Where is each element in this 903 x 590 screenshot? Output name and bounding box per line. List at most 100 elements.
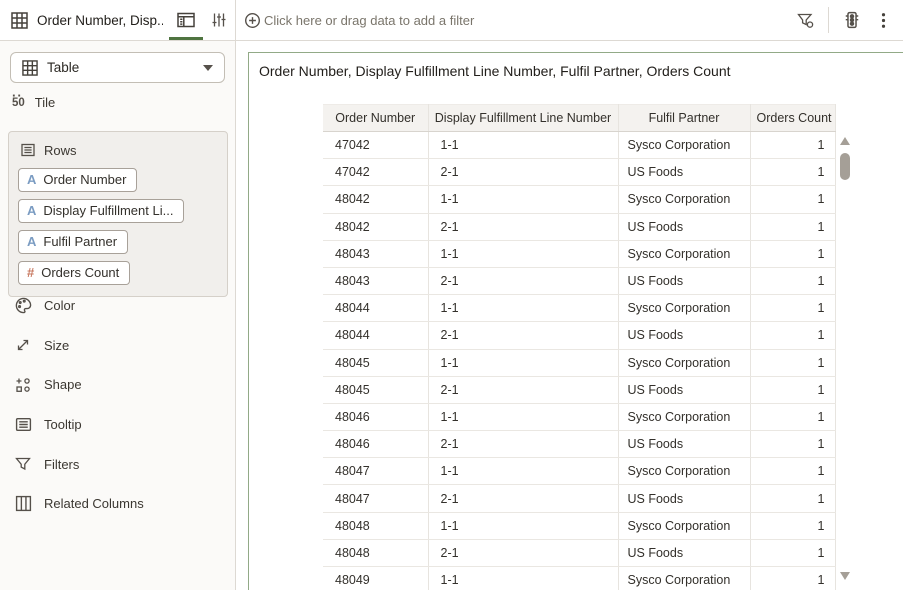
settings-item-tooltip[interactable]: Tooltip <box>0 405 235 445</box>
column-header-order-number[interactable]: Order Number <box>323 105 428 132</box>
table-cell[interactable]: 1-1 <box>428 132 618 159</box>
row-chip-fulfil-partner[interactable]: AFulfil Partner <box>18 230 128 254</box>
table-row[interactable]: 480422-1US Foods1 <box>323 213 835 240</box>
table-cell[interactable]: 2-1 <box>428 322 618 349</box>
table-cell[interactable]: 48046 <box>323 431 428 458</box>
table-cell[interactable]: 1 <box>750 376 835 403</box>
table-cell[interactable]: 48044 <box>323 322 428 349</box>
more-options-icon[interactable] <box>877 8 890 33</box>
table-cell[interactable]: Sysco Corporation <box>618 240 750 267</box>
column-header-display-fulfillment-line-number[interactable]: Display Fulfillment Line Number <box>428 105 618 132</box>
table-cell[interactable]: US Foods <box>618 431 750 458</box>
settings-item-filters[interactable]: Filters <box>0 444 235 484</box>
table-cell[interactable]: Sysco Corporation <box>618 349 750 376</box>
table-cell[interactable]: 1 <box>750 213 835 240</box>
table-cell[interactable]: 1-1 <box>428 240 618 267</box>
row-chip-order-number[interactable]: AOrder Number <box>18 168 137 192</box>
table-cell[interactable]: 48045 <box>323 376 428 403</box>
table-cell[interactable]: Sysco Corporation <box>618 186 750 213</box>
settings-item-related-columns[interactable]: Related Columns <box>0 484 235 524</box>
table-cell[interactable]: 2-1 <box>428 539 618 566</box>
table-cell[interactable]: 1-1 <box>428 186 618 213</box>
table-cell[interactable]: 48047 <box>323 458 428 485</box>
table-cell[interactable]: 48045 <box>323 349 428 376</box>
table-cell[interactable]: 1 <box>750 267 835 294</box>
table-row[interactable]: 480482-1US Foods1 <box>323 539 835 566</box>
table-cell[interactable]: 47042 <box>323 159 428 186</box>
table-cell[interactable]: 1-1 <box>428 567 618 590</box>
table-cell[interactable]: Sysco Corporation <box>618 403 750 430</box>
table-cell[interactable]: US Foods <box>618 376 750 403</box>
table-cell[interactable]: 1-1 <box>428 349 618 376</box>
column-header-fulfil-partner[interactable]: Fulfil Partner <box>618 105 750 132</box>
table-cell[interactable]: 1 <box>750 458 835 485</box>
table-cell[interactable]: 48047 <box>323 485 428 512</box>
rows-drop-target[interactable]: Rows AOrder NumberADisplay Fulfillment L… <box>8 131 228 297</box>
table-cell[interactable]: 48048 <box>323 539 428 566</box>
table-cell[interactable]: 1-1 <box>428 403 618 430</box>
table-cell[interactable]: 1 <box>750 322 835 349</box>
column-header-orders-count[interactable]: Orders Count <box>750 105 835 132</box>
table-row[interactable]: 480471-1Sysco Corporation1 <box>323 458 835 485</box>
table-cell[interactable]: US Foods <box>618 213 750 240</box>
table-row[interactable]: 480491-1Sysco Corporation1 <box>323 567 835 590</box>
table-cell[interactable]: US Foods <box>618 159 750 186</box>
table-row[interactable]: 480462-1US Foods1 <box>323 431 835 458</box>
table-cell[interactable]: US Foods <box>618 485 750 512</box>
table-cell[interactable]: 1 <box>750 567 835 590</box>
table-cell[interactable]: 48046 <box>323 403 428 430</box>
table-row[interactable]: 470421-1Sysco Corporation1 <box>323 132 835 159</box>
table-cell[interactable]: 48043 <box>323 267 428 294</box>
table-cell[interactable]: 1 <box>750 431 835 458</box>
table-cell[interactable]: 2-1 <box>428 376 618 403</box>
table-cell[interactable]: 1 <box>750 485 835 512</box>
table-cell[interactable]: 2-1 <box>428 485 618 512</box>
table-cell[interactable]: Sysco Corporation <box>618 458 750 485</box>
table-cell[interactable]: 48049 <box>323 567 428 590</box>
table-row[interactable]: 480442-1US Foods1 <box>323 322 835 349</box>
table-cell[interactable]: 1 <box>750 186 835 213</box>
table-cell[interactable]: 1 <box>750 349 835 376</box>
table-row[interactable]: 480481-1Sysco Corporation1 <box>323 512 835 539</box>
table-row[interactable]: 480472-1US Foods1 <box>323 485 835 512</box>
table-cell[interactable]: 2-1 <box>428 267 618 294</box>
scroll-up-arrow[interactable] <box>840 137 850 145</box>
table-cell[interactable]: 48044 <box>323 295 428 322</box>
table-cell[interactable]: 2-1 <box>428 159 618 186</box>
table-cell[interactable]: 2-1 <box>428 431 618 458</box>
table-row[interactable]: 480431-1Sysco Corporation1 <box>323 240 835 267</box>
table-cell[interactable]: 2-1 <box>428 213 618 240</box>
row-chip-display-fulfillment-li[interactable]: ADisplay Fulfillment Li... <box>18 199 184 223</box>
table-row[interactable]: 480432-1US Foods1 <box>323 267 835 294</box>
table-row[interactable]: 480421-1Sysco Corporation1 <box>323 186 835 213</box>
viz-type-dropdown[interactable]: Table <box>10 52 225 83</box>
limit-values-filter-icon[interactable] <box>793 8 818 33</box>
settings-item-size[interactable]: Size <box>0 326 235 366</box>
table-cell[interactable]: 48048 <box>323 512 428 539</box>
table-cell[interactable]: US Foods <box>618 539 750 566</box>
table-cell[interactable]: US Foods <box>618 322 750 349</box>
table-row[interactable]: 480451-1Sysco Corporation1 <box>323 349 835 376</box>
table-cell[interactable]: 47042 <box>323 132 428 159</box>
settings-item-color[interactable]: Color <box>0 286 235 326</box>
table-row[interactable]: 480441-1Sysco Corporation1 <box>323 295 835 322</box>
table-cell[interactable]: Sysco Corporation <box>618 132 750 159</box>
table-cell[interactable]: 1-1 <box>428 512 618 539</box>
table-cell[interactable]: 1 <box>750 403 835 430</box>
table-cell[interactable]: Sysco Corporation <box>618 512 750 539</box>
table-cell[interactable]: 48042 <box>323 213 428 240</box>
table-cell[interactable]: US Foods <box>618 267 750 294</box>
table-cell[interactable]: Sysco Corporation <box>618 567 750 590</box>
table-cell[interactable]: 1 <box>750 159 835 186</box>
table-cell[interactable]: 1 <box>750 240 835 267</box>
table-row[interactable]: 470422-1US Foods1 <box>323 159 835 186</box>
tab-grammar-panel[interactable] <box>169 0 203 40</box>
table-cell[interactable]: 1 <box>750 132 835 159</box>
settings-item-shape[interactable]: Shape <box>0 365 235 405</box>
selected-visualization[interactable]: Order Number, Display Fulfillment Line N… <box>248 52 903 590</box>
table-cell[interactable]: 48043 <box>323 240 428 267</box>
tab-settings-panel[interactable] <box>203 0 235 40</box>
status-indicators-icon[interactable] <box>839 7 865 33</box>
table-cell[interactable]: 1-1 <box>428 458 618 485</box>
table-cell[interactable]: 1 <box>750 512 835 539</box>
